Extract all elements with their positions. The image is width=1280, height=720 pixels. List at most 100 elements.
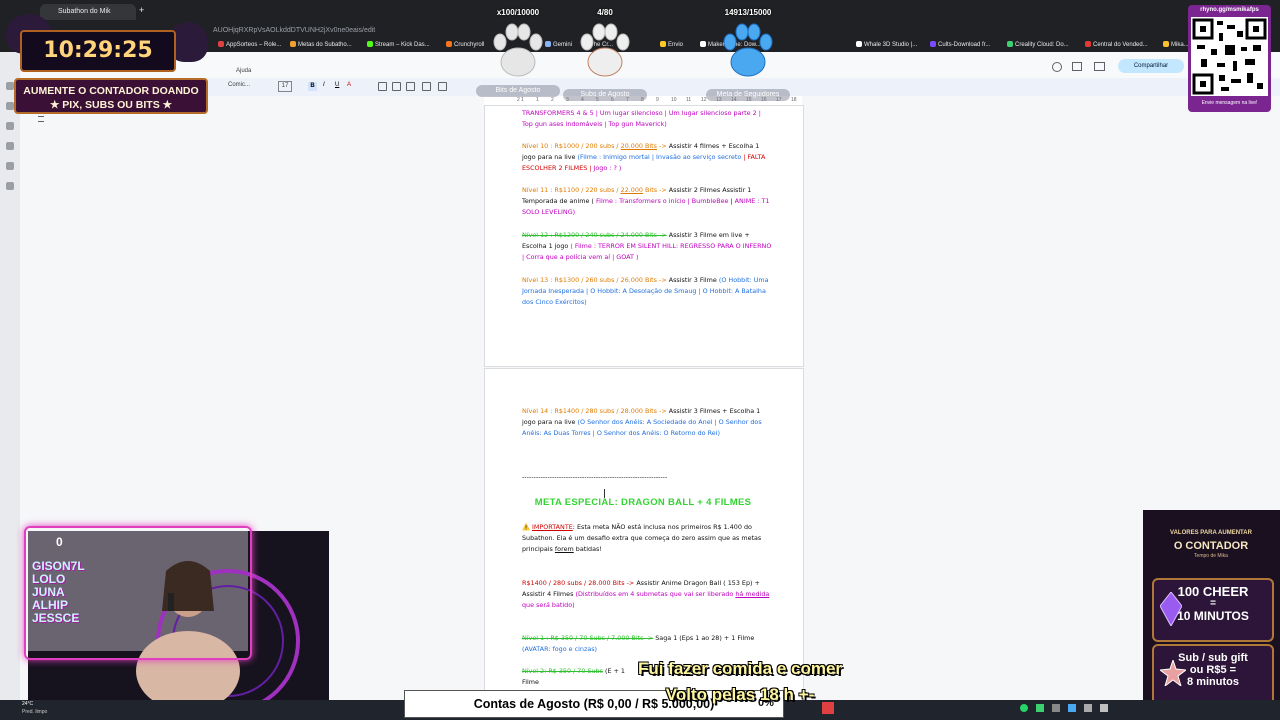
goal-count: x100/10000 (496, 8, 540, 17)
goal-widget-followers: 14913/15000 Meta de Seguidores (698, 0, 798, 101)
cam-overlay-text: GISON7L LOLO JUNA ALHIP JESSCE (32, 560, 122, 625)
bookmark-item[interactable]: Envio (660, 38, 683, 52)
browser-side-rail (0, 52, 20, 700)
text-run: 20.000 Bits (620, 142, 658, 150)
subtitle-line: Volto pelas 18 h +- (665, 685, 815, 704)
text-run: Nível 2: R$ 350 / 70 Subs (522, 667, 603, 675)
text-run: que será batido) (522, 601, 575, 610)
text-run: TRANSFORMERS 4 & 5 | Um lugar silencioso… (522, 109, 761, 129)
cam-counter: 0 (56, 535, 63, 549)
timer-banner-line2: ★ PIX, SUBS OU BITS ★ (49, 99, 173, 111)
bookmark-label: Cults-Download fr... (938, 42, 991, 48)
doc-paragraph[interactable]: TRANSFORMERS 4 & 5 | Um lugar silencioso… (522, 108, 772, 130)
menu-help[interactable]: Ajuda (236, 68, 251, 74)
comments-icon[interactable] (1072, 62, 1082, 71)
cam-overlay-line: JESSCE (32, 611, 80, 625)
rail-icon[interactable] (6, 142, 14, 150)
outline-icon[interactable] (38, 116, 44, 122)
rail-icon[interactable] (6, 162, 14, 170)
text-run: Nível 1 : R$ 350 / 70 Subs / 7.000 Bits … (522, 634, 654, 642)
text-run: 22.000 (620, 186, 643, 194)
bookmark-label: Whale 3D Studio |... (864, 42, 918, 48)
text-run: Nível 10 : R$1000 / 200 subs / (522, 142, 621, 150)
bookmark-item[interactable]: Cults-Download fr... (930, 38, 990, 52)
underline-button[interactable]: U (335, 82, 339, 88)
bookmark-item[interactable]: AppSorteos – Role... (218, 38, 281, 52)
font-size-input[interactable]: 17 (278, 81, 292, 92)
text-run: forem (554, 545, 574, 554)
tray-icon[interactable] (1068, 704, 1076, 712)
bookmark-item[interactable]: Stream – Kick Das... (367, 38, 430, 52)
bookmark-item[interactable]: Metas do Subatho... (290, 38, 352, 52)
text-color-button[interactable]: A (347, 82, 351, 88)
doc-paragraph[interactable]: Nível 14 : R$1400 / 280 subs / 28.000 Bi… (522, 406, 772, 440)
new-tab-icon[interactable]: + (139, 5, 144, 15)
rail-icon[interactable] (6, 82, 14, 90)
text-cursor (604, 489, 605, 498)
whatsapp-icon[interactable] (1020, 704, 1028, 712)
goal-label: Subs de Agosto (563, 89, 647, 101)
cheer-title: VALORES PARA AUMENTAR (1170, 530, 1252, 536)
bookmark-item[interactable]: Mika... (1163, 38, 1189, 52)
tray-icon[interactable] (1052, 704, 1060, 712)
text-run: Assistir 3 Filme (668, 276, 719, 284)
doc-paragraph[interactable]: Nível 1 : R$ 350 / 70 Subs / 7.000 Bits … (522, 633, 772, 655)
line-spacing-icon[interactable] (438, 82, 447, 91)
paw-icon (493, 23, 543, 77)
bookmark-label: Central do Vended... (1093, 42, 1148, 48)
tray-icon[interactable] (1100, 704, 1108, 712)
qr-footer: Envie mensagem na live! (1201, 100, 1258, 106)
cheer-subtitle: O CONTADOR (1173, 540, 1249, 552)
text-run: Nível 14 : R$1400 / 280 subs / 28.000 Bi… (522, 407, 669, 415)
share-button[interactable]: Compartilhar (1118, 59, 1184, 73)
subtitle-line: Fui fazer comida e comer (637, 659, 843, 678)
rail-icon[interactable] (6, 182, 14, 190)
doc-paragraph[interactable]: ⚠️ IMPORTANTE: Esta meta NÃO está inclus… (522, 522, 772, 556)
tray-icon[interactable] (1084, 704, 1092, 712)
bookmark-label: Envio (668, 42, 684, 48)
rail-icon[interactable] (6, 122, 14, 130)
qr-header: rhyno.gg/msmikafps (1200, 7, 1259, 13)
ruler-tick: 9 (656, 97, 659, 103)
link-icon[interactable] (378, 82, 387, 91)
doc-paragraph[interactable]: Nível 12 : R$1200 / 240 subs / 24.000 Bi… (522, 230, 772, 264)
text-run: Jogo : ? ) (593, 164, 622, 173)
stream-subtitle: Fui fazer comida e comer Volto pelas 18 … (600, 656, 880, 708)
text-run: (Distribuídos em 4 submetas que vai ser … (575, 590, 736, 599)
text-run: Filme : Transformers o início | BumbleBe… (595, 197, 729, 206)
image-icon[interactable] (406, 82, 415, 91)
ruler-tick: 10 (671, 97, 677, 103)
goal-widget-subs: 4/80 Subs de Agosto (555, 0, 655, 101)
goal-widget-bits: x100/10000 Bits de Agosto (468, 0, 568, 100)
bookmark-item[interactable]: Central do Vended... (1085, 38, 1148, 52)
stream-clock: 10:29:25 (20, 30, 176, 72)
history-icon[interactable] (1052, 62, 1062, 72)
doc-paragraph[interactable]: Nível 10 : R$1000 / 200 subs / 20.000 Bi… (522, 141, 772, 175)
tray-icon[interactable] (1036, 704, 1044, 712)
italic-button[interactable]: I (323, 82, 325, 88)
tab-active[interactable]: Subathon do Mik (40, 4, 136, 20)
meet-icon[interactable] (1094, 62, 1105, 71)
goal-label: Meta de Seguidores (706, 89, 790, 101)
comment-icon[interactable] (392, 82, 401, 91)
meta-title[interactable]: META ESPECIAL: DRAGON BALL + 4 FILMES (522, 497, 764, 508)
goal-count: 14913/15000 (724, 8, 772, 17)
text-run: Nível 13 : R$1300 / 260 subs / 26.000 Bi… (522, 276, 669, 284)
text-run: batidas! (573, 545, 602, 554)
font-select[interactable]: Comic... (228, 82, 250, 88)
bookmark-label: Creality Cloud: Do... (1015, 42, 1069, 48)
doc-paragraph[interactable]: Nível 11 : R$1100 / 220 subs / 22.000 Bi… (522, 185, 772, 219)
align-icon[interactable] (422, 82, 431, 91)
bookmark-item[interactable]: Whale 3D Studio |... (856, 38, 917, 52)
cheer-card-bits: 100 CHEER = 10 MINUTOS (1152, 578, 1274, 642)
doc-paragraph[interactable]: R$1400 / 280 subs / 28.000 Bits -> Assis… (522, 578, 772, 612)
doc-divider: ----------------------------------------… (522, 473, 668, 481)
paw-icon (580, 23, 630, 77)
bookmark-item[interactable]: Creality Cloud: Do... (1007, 38, 1069, 52)
bold-button[interactable]: B (308, 82, 317, 91)
text-run: Nível 12 : R$1200 / 240 subs / 24.000 Bi… (522, 231, 667, 239)
rail-icon[interactable] (6, 102, 14, 110)
text-run: -> (657, 142, 669, 150)
url-text[interactable]: AUOHjqRXRpVsAOLkddDTVUNH2jXv0ne0eais/edi… (213, 24, 375, 38)
doc-paragraph[interactable]: Nível 13 : R$1300 / 260 subs / 26.000 Bi… (522, 275, 772, 309)
